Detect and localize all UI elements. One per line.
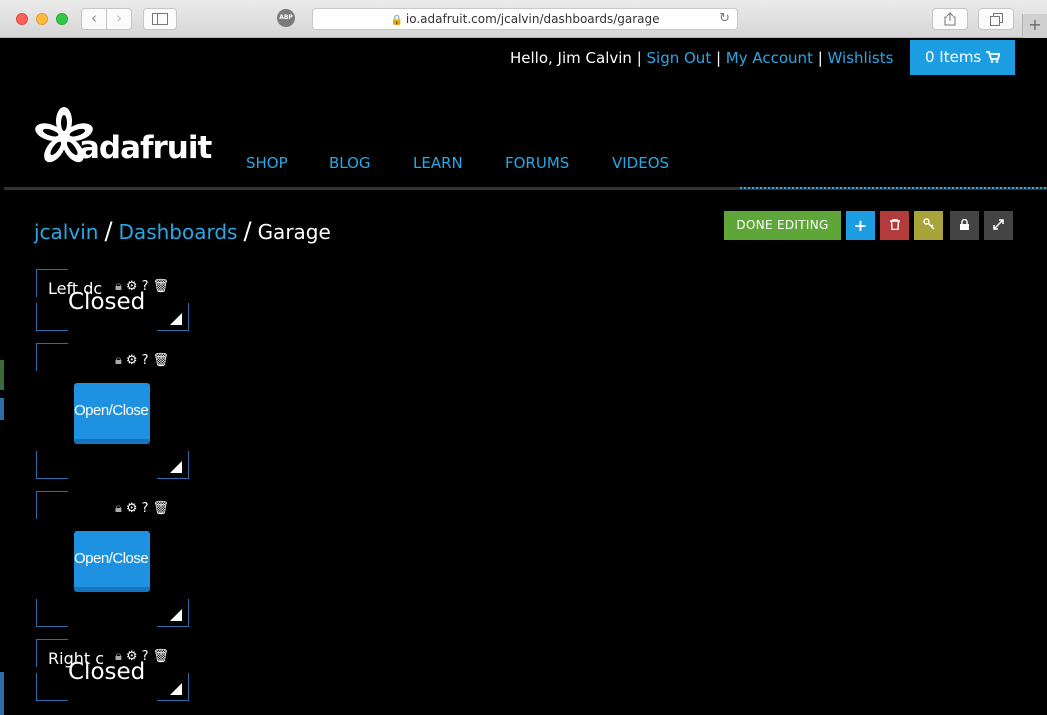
share-button[interactable] xyxy=(932,8,968,30)
lock-icon: 🔒 xyxy=(390,15,403,26)
chevron-left-icon: ‹ xyxy=(91,9,97,27)
help-icon[interactable]: ? xyxy=(142,353,149,368)
gear-icon[interactable]: ⚙ xyxy=(126,501,138,516)
breadcrumb-separator: / xyxy=(243,217,252,245)
forward-button[interactable]: › xyxy=(106,8,132,30)
gear-icon[interactable]: ⚙ xyxy=(126,649,138,664)
widget-toggle-button[interactable]: 🔒︎ ⚙? 🗑︎ Open/Close xyxy=(36,491,189,627)
logo-wordmark: adafruit xyxy=(79,130,212,166)
expand-icon xyxy=(993,219,1004,230)
resize-handle[interactable] xyxy=(170,609,182,621)
close-window-button[interactable] xyxy=(16,13,28,25)
done-editing-button[interactable]: DONE EDITING xyxy=(724,211,841,240)
breadcrumb-separator: / xyxy=(104,217,113,245)
widget-border xyxy=(36,303,68,331)
dashboard-key-button[interactable] xyxy=(914,211,943,240)
widget-border xyxy=(36,673,68,701)
widget-border xyxy=(36,599,68,627)
breadcrumb-user[interactable]: jcalvin xyxy=(34,220,98,244)
delete-dashboard-button[interactable] xyxy=(880,211,909,240)
header-divider-accent xyxy=(740,187,1047,189)
wishlists-link[interactable]: Wishlists xyxy=(828,49,894,67)
left-edge-decoration xyxy=(0,398,4,420)
share-icon xyxy=(944,12,956,26)
widget-tools: 🔒︎ ⚙? 🗑︎ xyxy=(115,279,173,294)
adblock-icon[interactable]: ABP xyxy=(277,9,295,27)
gear-icon[interactable]: ⚙ xyxy=(126,279,138,294)
open-close-button[interactable]: Open/Close xyxy=(74,383,150,444)
left-edge-decoration xyxy=(0,360,4,390)
nav-forums[interactable]: FORUMS xyxy=(505,154,569,172)
nav-videos[interactable]: VIDEOS xyxy=(612,154,669,172)
dashboard-privacy-button[interactable] xyxy=(950,211,979,240)
greeting-line: Hello, Jim Calvin | Sign Out | My Accoun… xyxy=(510,49,894,67)
sign-out-link[interactable]: Sign Out xyxy=(647,49,712,67)
zoom-window-button[interactable] xyxy=(56,13,68,25)
lock-icon[interactable]: 🔒︎ xyxy=(115,649,122,664)
trash-icon[interactable]: 🗑︎ xyxy=(152,353,169,368)
widget-tools: 🔒︎ ⚙? 🗑︎ xyxy=(115,353,173,368)
nav-blog[interactable]: BLOG xyxy=(329,154,371,172)
plus-icon: + xyxy=(853,216,868,235)
trash-icon[interactable]: 🗑︎ xyxy=(152,279,169,294)
back-button[interactable]: ‹ xyxy=(81,8,107,30)
lock-icon xyxy=(960,218,969,230)
sidebar-toggle-button[interactable] xyxy=(143,8,177,30)
widget-border xyxy=(36,491,68,519)
nav-learn[interactable]: LEARN xyxy=(413,154,463,172)
gear-icon[interactable]: ⚙ xyxy=(126,353,138,368)
breadcrumb-current: Garage xyxy=(257,220,331,244)
minimize-window-button[interactable] xyxy=(36,13,48,25)
chevron-right-icon: › xyxy=(116,9,122,27)
resize-handle[interactable] xyxy=(170,683,182,695)
cart-button[interactable]: 0 Items xyxy=(910,40,1015,75)
fullscreen-button[interactable] xyxy=(984,211,1013,240)
help-icon[interactable]: ? xyxy=(142,649,149,664)
reload-icon[interactable]: ↻ xyxy=(719,9,730,29)
tabs-icon xyxy=(989,13,1003,26)
url-text: io.adafruit.com/jcalvin/dashboards/garag… xyxy=(405,12,660,26)
breadcrumb: jcalvin / Dashboards / Garage xyxy=(34,217,331,245)
cart-label: 0 Items xyxy=(924,48,982,66)
lock-icon[interactable]: 🔒︎ xyxy=(115,353,122,368)
trash-icon xyxy=(889,218,900,231)
widget-tools: 🔒︎ ⚙? 🗑︎ xyxy=(115,649,173,664)
browser-toolbar: ‹ › ABP 🔒 io.adafruit.com/jcalvin/dashboa… xyxy=(0,0,1047,38)
adafruit-logo[interactable]: adafruit xyxy=(33,106,213,170)
key-icon xyxy=(922,218,935,230)
left-edge-decoration xyxy=(0,672,4,715)
new-tab-button[interactable]: + xyxy=(1022,14,1047,38)
widget-border xyxy=(36,343,68,371)
trash-icon[interactable]: 🗑︎ xyxy=(152,649,169,664)
help-icon[interactable]: ? xyxy=(142,501,149,516)
resize-handle[interactable] xyxy=(170,461,182,473)
widget-left-door[interactable]: Left dc Closed 🔒︎ ⚙? 🗑︎ xyxy=(36,269,189,331)
help-icon[interactable]: ? xyxy=(142,279,149,294)
widget-tools: 🔒︎ ⚙? 🗑︎ xyxy=(115,501,173,516)
breadcrumb-dashboards[interactable]: Dashboards xyxy=(119,220,238,244)
my-account-link[interactable]: My Account xyxy=(726,49,813,67)
widget-toggle-button[interactable]: 🔒︎ ⚙? 🗑︎ Open/Close xyxy=(36,343,189,479)
open-close-button[interactable]: Open/Close xyxy=(74,531,150,592)
cart-icon xyxy=(986,51,1001,63)
widget-border xyxy=(36,451,68,479)
nav-shop[interactable]: SHOP xyxy=(246,154,288,172)
lock-icon[interactable]: 🔒︎ xyxy=(115,501,122,516)
widget-right-door[interactable]: Right c Closed 🔒︎ ⚙? 🗑︎ xyxy=(36,639,189,701)
add-block-button[interactable]: + xyxy=(846,211,875,240)
trash-icon[interactable]: 🗑︎ xyxy=(152,501,169,516)
lock-icon[interactable]: 🔒︎ xyxy=(115,279,122,294)
resize-handle[interactable] xyxy=(170,313,182,325)
user-bar: Hello, Jim Calvin | Sign Out | My Accoun… xyxy=(0,48,1047,68)
show-tabs-button[interactable] xyxy=(978,8,1014,30)
address-bar[interactable]: 🔒 io.adafruit.com/jcalvin/dashboards/gara… xyxy=(312,8,738,30)
greeting-text: Hello, Jim Calvin xyxy=(510,49,632,67)
sidebar-icon xyxy=(152,13,168,25)
